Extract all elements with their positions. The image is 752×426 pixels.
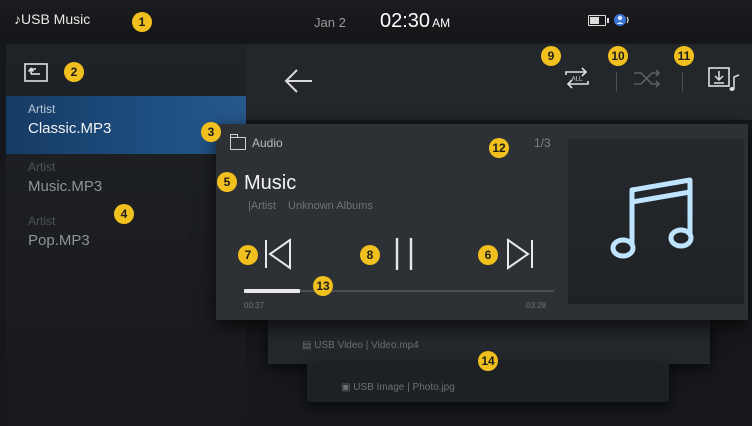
album-art [568,138,744,304]
repeat-all-icon[interactable]: ALL [560,63,594,93]
marker-6: 6 [478,245,498,265]
marker-10: 10 [608,46,628,66]
track-title: Music [244,172,297,194]
pause-icon[interactable] [386,234,422,274]
list-item-artist: Artist [28,160,56,174]
status-bar: ♪USB Music Jan 2 02:30 AM [0,0,752,42]
voice-assistant-icon [614,14,629,26]
status-title-text: USB Music [21,11,91,27]
file-list-sidebar: Artist Classic.MP3 Artist Music.MP3 Arti… [6,44,246,426]
progress-bar[interactable] [244,289,554,293]
status-ampm: AM [432,16,451,30]
list-item-file: Music.MP3 [28,178,103,195]
stacked-card-image-label: ▣ USB Image | Photo.jpg [341,382,455,393]
marker-12: 12 [489,138,509,158]
status-date: Jan 2 [314,15,346,30]
marker-1: 1 [132,12,152,32]
marker-8: 8 [360,245,380,265]
shuffle-icon[interactable] [630,63,664,93]
total-time: 03:28 [526,301,547,310]
marker-14: 14 [478,351,498,371]
marker-13: 13 [313,276,333,296]
stacked-card-image-text: USB Image | Photo.jpg [353,382,455,393]
marker-5: 5 [217,172,237,192]
repeat-all-label: ALL [572,77,583,83]
track-album: Unknown Albums [287,200,373,212]
music-note-icon [610,177,694,259]
source-label: Audio [252,136,283,150]
progress-fill [244,289,300,293]
battery-icon [588,15,609,26]
status-title: ♪USB Music [14,11,91,27]
back-arrow-icon[interactable] [282,66,316,96]
status-time: 02:30 AM [380,10,450,33]
stacked-card-video-text: USB Video | Video.mp4 [314,340,419,351]
list-item-artist: Artist [28,102,56,116]
marker-11: 11 [674,46,694,66]
now-playing-card: Audio 1/3 Music |Artist Unknown Albums 00… [216,124,748,320]
skip-next-icon[interactable] [502,234,538,274]
screen: ♪USB Music Jan 2 02:30 AM Artist Classic.… [0,0,752,426]
list-item-file: Classic.MP3 [28,120,112,137]
list-item-artist: Artist [28,214,56,228]
marker-3: 3 [201,122,221,142]
status-time-value: 02:30 [380,10,431,32]
folder-icon [230,134,246,150]
stacked-card-video-label: ▤ USB Video | Video.mp4 [302,340,419,351]
track-meta: |Artist Unknown Albums [248,200,373,212]
marker-7: 7 [238,245,258,265]
marker-4: 4 [114,204,134,224]
list-item-file: Pop.MP3 [28,232,90,249]
current-time: 00:37 [244,301,265,310]
download-music-icon[interactable] [706,63,746,93]
header-divider [682,72,683,92]
track-artist: Artist [250,200,276,212]
track-count: 1/3 [534,136,551,150]
folder-up-icon[interactable] [24,62,48,82]
marker-2: 2 [64,62,84,82]
marker-9: 9 [541,46,561,66]
header-divider [616,72,617,92]
skip-previous-icon[interactable] [260,234,296,274]
